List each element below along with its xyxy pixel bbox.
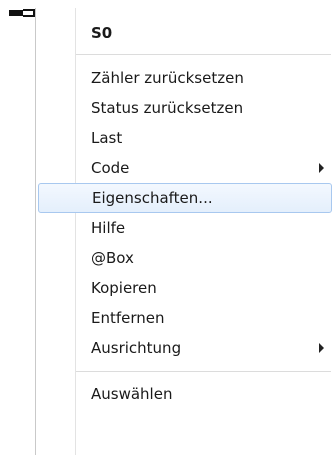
menu-item-label: @Box	[91, 249, 134, 267]
menu-header: S0	[38, 18, 332, 48]
menu-item-label: Ausrichtung	[91, 339, 182, 357]
menu-item-zaehler-zuruecksetzen[interactable]: Zähler zurücksetzen	[38, 63, 332, 93]
menu-item-label: Zähler zurücksetzen	[91, 69, 244, 87]
menu-item-ausrichtung[interactable]: Ausrichtung	[38, 333, 332, 363]
menu-item-label: Status zurücksetzen	[91, 99, 244, 117]
menu-separator	[76, 371, 331, 372]
menu-item-status-zuruecksetzen[interactable]: Status zurücksetzen	[38, 93, 332, 123]
menu-item-kopieren[interactable]: Kopieren	[38, 273, 332, 303]
menu-item-label: Code	[91, 159, 130, 177]
menu-item-label: Last	[91, 129, 123, 147]
menu-item-label: Eigenschaften...	[92, 189, 213, 207]
menu-item-label: Hilfe	[91, 219, 126, 237]
menu-header-label: S0	[91, 24, 113, 42]
submenu-arrow-icon	[319, 343, 324, 353]
component-notch	[23, 9, 35, 17]
menu-item-hilfe[interactable]: Hilfe	[38, 213, 332, 243]
canvas: S0 Zähler zurücksetzen Status zurücksetz…	[0, 0, 335, 459]
menu-item-eigenschaften[interactable]: Eigenschaften...	[38, 183, 332, 213]
submenu-arrow-icon	[319, 163, 324, 173]
menu-separator	[76, 54, 331, 55]
menu-item-label: Auswählen	[91, 385, 173, 403]
menu-item-label: Entfernen	[91, 309, 165, 327]
menu-item-label: Kopieren	[91, 279, 157, 297]
menu-item-auswaehlen[interactable]: Auswählen	[38, 379, 332, 409]
menu-item-last[interactable]: Last	[38, 123, 332, 153]
menu-item-code[interactable]: Code	[38, 153, 332, 183]
component-block	[9, 10, 23, 16]
menu-item-entfernen[interactable]: Entfernen	[38, 303, 332, 333]
context-menu: S0 Zähler zurücksetzen Status zurücksetz…	[35, 8, 333, 455]
menu-item-box[interactable]: @Box	[38, 243, 332, 273]
